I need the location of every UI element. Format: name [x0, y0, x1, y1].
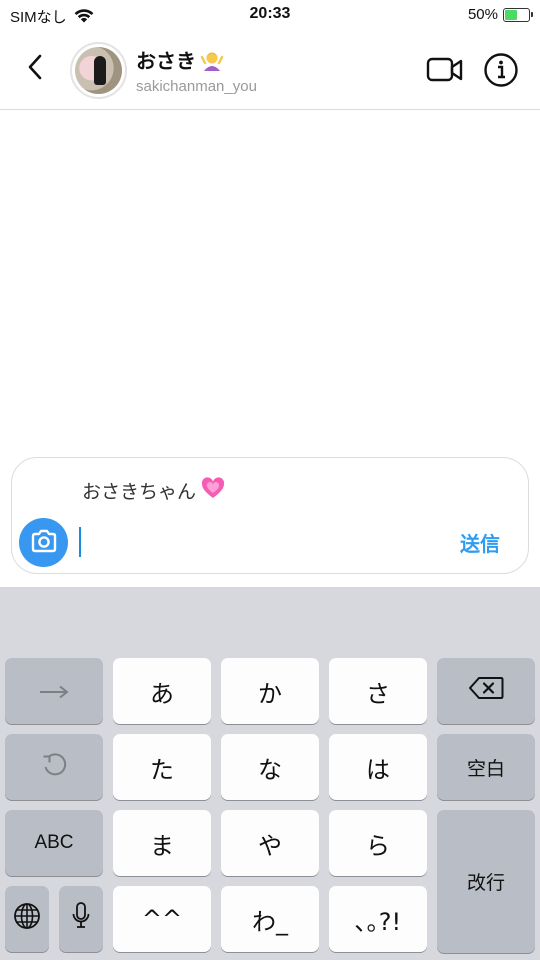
shrug-emoji-icon: [200, 48, 224, 72]
next-candidate-key[interactable]: [5, 658, 103, 724]
microphone-icon: [71, 901, 91, 937]
back-button[interactable]: [18, 52, 52, 86]
battery-level: [505, 9, 517, 20]
key-ha[interactable]: は: [329, 734, 427, 800]
send-button[interactable]: 送信: [460, 528, 500, 557]
key-ma[interactable]: ま: [113, 810, 211, 876]
reply-preview-text: おさきちゃん: [82, 481, 197, 503]
dictation-key[interactable]: [59, 886, 103, 952]
message-list: [0, 111, 540, 457]
message-input[interactable]: [78, 524, 448, 560]
key-ra[interactable]: ら: [329, 810, 427, 876]
undo-icon: [40, 750, 68, 784]
contact-username: sakichanman_you: [136, 78, 257, 95]
camera-icon: [30, 529, 58, 557]
status-right: 50%: [467, 6, 533, 23]
video-call-button[interactable]: [426, 54, 464, 86]
avatar[interactable]: [70, 42, 127, 99]
text-caret: [79, 527, 81, 557]
backspace-icon: [468, 676, 504, 706]
space-key[interactable]: 空白: [437, 734, 535, 800]
contact-name: おさき: [136, 49, 196, 73]
growing-heart-icon: [200, 476, 226, 505]
return-key[interactable]: 改行: [437, 810, 535, 953]
japanese-keyboard: あ か さ た な は 空白 ABC ま や ら 改行 ^^ わ_ ､｡?!: [0, 587, 540, 960]
avatar-photo: [75, 47, 122, 94]
globe-key[interactable]: [5, 886, 49, 952]
key-ka[interactable]: か: [221, 658, 319, 724]
key-a[interactable]: あ: [113, 658, 211, 724]
info-button[interactable]: [483, 52, 519, 88]
reply-preview: おさきちゃん: [82, 476, 226, 505]
info-icon: [483, 53, 519, 92]
battery-icon: [503, 7, 533, 22]
key-punctuation[interactable]: ､｡?!: [329, 886, 427, 952]
video-camera-icon: [426, 57, 464, 90]
key-emoticon[interactable]: ^^: [113, 886, 211, 952]
key-ya[interactable]: や: [221, 810, 319, 876]
contact-name-row[interactable]: おさき: [136, 45, 224, 74]
abc-key[interactable]: ABC: [5, 810, 103, 876]
chevron-left-icon: [27, 53, 43, 85]
key-wa[interactable]: わ_: [221, 886, 319, 952]
globe-icon: [13, 902, 41, 936]
key-na[interactable]: な: [221, 734, 319, 800]
camera-button[interactable]: [19, 518, 68, 567]
battery-percent: 50%: [467, 6, 498, 23]
key-sa[interactable]: さ: [329, 658, 427, 724]
message-composer: おさきちゃん 送信: [11, 457, 529, 574]
delete-key[interactable]: [437, 658, 535, 724]
status-bar: SIMなし 20:33 50%: [0, 0, 540, 30]
key-ta[interactable]: た: [113, 734, 211, 800]
chat-header: おさき sakichanman_you: [0, 30, 540, 110]
undo-key[interactable]: [5, 734, 103, 800]
arrow-right-icon: [38, 677, 70, 705]
status-time: 20:33: [249, 5, 291, 22]
